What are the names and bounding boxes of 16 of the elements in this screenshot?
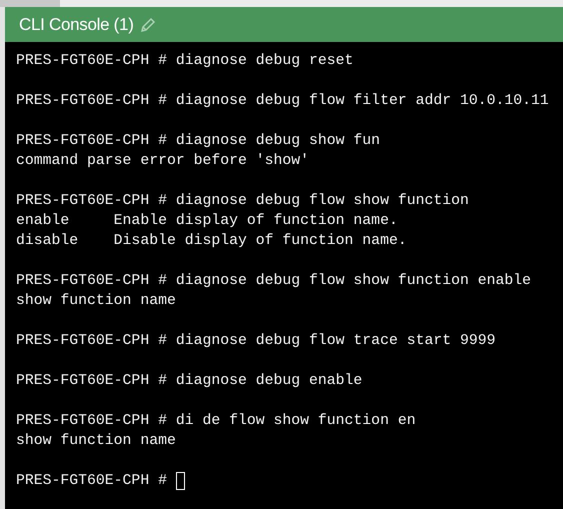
console-line: enable Enable display of function name. [16,212,398,231]
window-title: CLI Console (1) [19,14,134,36]
console-line: PRES-FGT60E-CPH # diagnose debug reset [16,52,354,71]
console-line: show function name [16,432,176,451]
terminal[interactable] [5,42,563,509]
console-line: PRES-FGT60E-CPH # diagnose debug enable [16,372,362,391]
console-line: PRES-FGT60E-CPH # diagnose debug show fun [16,132,380,151]
console-line: PRES-FGT60E-CPH # diagnose debug flow show function enable [16,272,532,291]
console-line: show function name [16,292,176,311]
console-line: PRES-FGT60E-CPH # di de flow show function en [16,412,416,431]
console-line: PRES-FGT60E-CPH # diagnose debug flow filter addr 10.0.10.11 [16,92,549,111]
console-line: disable Disable display of function name. [16,232,407,251]
console-line: PRES-FGT60E-CPH # diagnose debug flow show function [16,192,469,211]
console-line: PRES-FGT60E-CPH # [16,472,168,491]
console-line: PRES-FGT60E-CPH # diagnose debug flow trace start 9999 [16,332,496,351]
console-line: command parse error before 'show' [16,152,310,171]
